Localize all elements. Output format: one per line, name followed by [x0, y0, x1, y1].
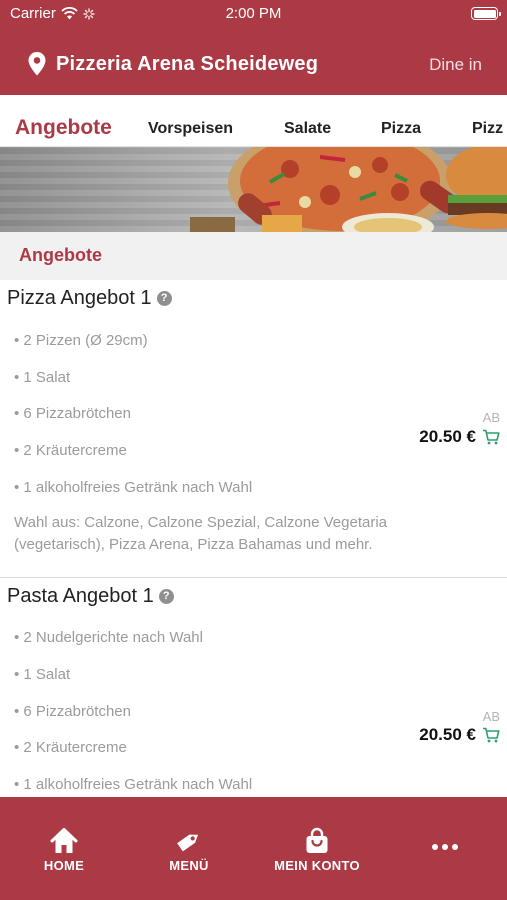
nav-label: MENÜ [169, 858, 209, 873]
tab-pizza-partial[interactable]: Pizz [472, 120, 503, 138]
price-row[interactable]: 20.50 € [419, 725, 500, 745]
item-price: 20.50 € [419, 725, 476, 744]
tab-vorspeisen[interactable]: Vorspeisen [148, 120, 233, 138]
tab-salate[interactable]: Salate [284, 120, 331, 138]
location-pin-icon[interactable] [27, 51, 47, 77]
item-description-line: (vegetarisch), Pizza Arena, Pizza Bahama… [14, 536, 373, 553]
menu-item-pasta-angebot[interactable]: Pasta Angebot 1 ? • 2 Nudelgerichte nach… [0, 578, 507, 797]
nav-label: MEIN KONTO [274, 858, 360, 873]
item-line: • 2 Pizzen (Ø 29cm) [14, 332, 148, 349]
item-line: • 1 Salat [14, 666, 71, 683]
nav-home[interactable]: HOME [38, 827, 90, 873]
price-prefix: AB [482, 709, 500, 724]
bottom-navigation: HOME MENÜ MEIN KONTO [0, 797, 507, 900]
tag-icon [177, 834, 199, 852]
home-icon [50, 828, 78, 853]
item-line: • 6 Pizzabrötchen [14, 703, 131, 720]
item-title: Pasta Angebot 1 ? [7, 585, 174, 608]
more-dots-icon [432, 844, 458, 850]
food-banner-image [0, 147, 507, 232]
nav-more[interactable] [424, 829, 466, 860]
app-header: Carrier 2:00 PM Pizzeria Arena Scheidewe… [0, 0, 507, 95]
price-prefix: AB [482, 410, 500, 425]
item-line: • 1 alkoholfreies Getränk nach Wahl [14, 479, 253, 496]
tab-pizza[interactable]: Pizza [381, 120, 421, 138]
nav-menu[interactable]: MENÜ [163, 827, 215, 873]
status-bar: Carrier 2:00 PM [0, 0, 507, 28]
item-title-text: Pizza Angebot 1 [7, 287, 152, 309]
status-time: 2:00 PM [225, 5, 282, 22]
item-title-text: Pasta Angebot 1 [7, 585, 154, 607]
tab-angebote[interactable]: Angebote [15, 116, 112, 140]
dine-in-toggle[interactable]: Dine in [429, 55, 482, 75]
item-line: • 6 Pizzabrötchen [14, 405, 131, 422]
help-icon[interactable]: ? [158, 589, 174, 604]
item-line: • 2 Kräutercreme [14, 442, 127, 459]
shopping-bag-icon [306, 827, 328, 853]
help-icon[interactable]: ? [156, 291, 172, 306]
header-row: Pizzeria Arena Scheideweg Dine in [0, 44, 507, 84]
item-description: Wahl aus: Calzone, Calzone Spezial, Calz… [14, 512, 414, 556]
item-line: • 1 Salat [14, 369, 71, 386]
item-line: • 2 Kräutercreme [14, 739, 127, 756]
item-price: 20.50 € [419, 427, 476, 446]
battery-icon [471, 7, 501, 20]
nav-account[interactable]: MEIN KONTO [268, 827, 366, 873]
section-title: Angebote [19, 245, 102, 265]
item-line: • 2 Nudelgerichte nach Wahl [14, 629, 203, 646]
item-line: • 1 alkoholfreies Getränk nach Wahl [14, 776, 253, 793]
nav-label: HOME [43, 858, 85, 873]
category-tabs: Angebote Vorspeisen Salate Pizza Pizz [0, 95, 507, 147]
item-title: Pizza Angebot 1 ? [7, 287, 172, 310]
cart-icon[interactable] [482, 727, 500, 743]
item-description-line: Wahl aus: Calzone, Calzone Spezial, Calz… [14, 514, 387, 531]
menu-item-pizza-angebot[interactable]: Pizza Angebot 1 ? • 2 Pizzen (Ø 29cm) • … [0, 280, 507, 577]
restaurant-name[interactable]: Pizzeria Arena Scheideweg [56, 53, 318, 76]
price-row[interactable]: 20.50 € [419, 427, 500, 447]
section-header: Angebote [0, 232, 507, 280]
cart-icon[interactable] [482, 429, 500, 445]
